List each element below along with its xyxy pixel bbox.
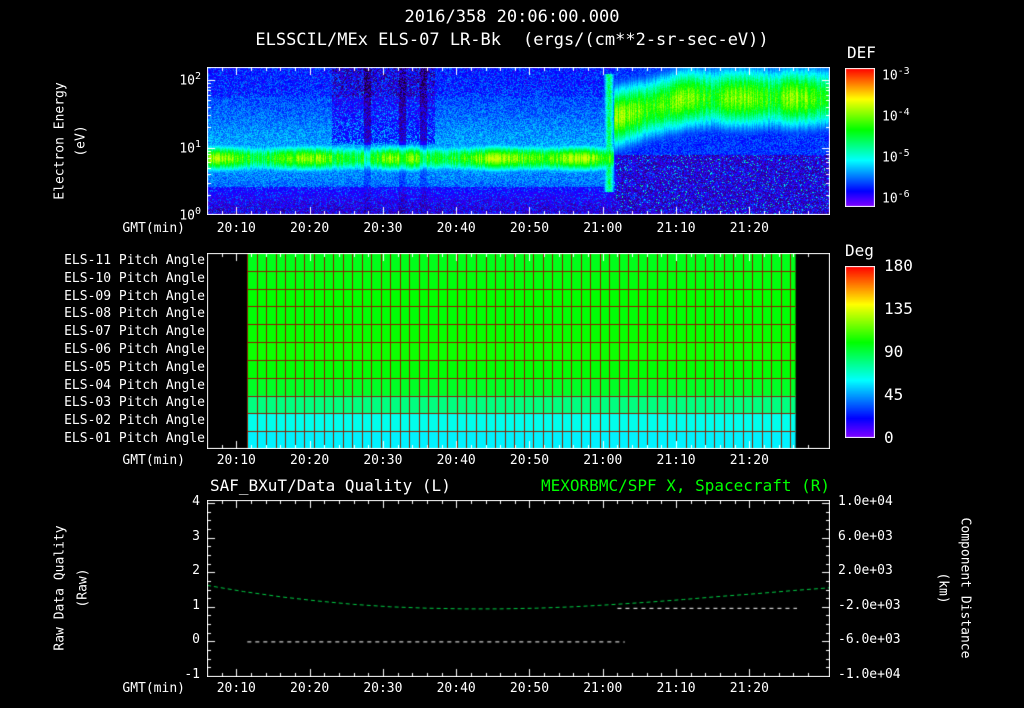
def-colorbar-tick-label: 10-6: [882, 189, 910, 207]
timeseries-right-ylabel-units: (km): [935, 572, 951, 604]
distance-y-tick-label: 2.0e+03: [838, 563, 893, 579]
x-tick-label: 20:50: [509, 221, 550, 236]
distance-y-tick-label: -6.0e+03: [838, 632, 901, 648]
x-tick-label: 20:10: [216, 453, 256, 468]
def-colorbar-tick-label: 10-5: [882, 148, 910, 166]
spectrogram-y-tick-label: 100: [179, 206, 201, 224]
x-tick-label: 20:40: [436, 221, 476, 236]
timeseries-left-ylabel: Raw Data Quality: [52, 525, 68, 651]
x-tick-label: 20:40: [436, 453, 476, 468]
x-tick-label: 21:10: [656, 681, 696, 696]
spectrogram-units: (ergs/(cm**2-sr-sec-eV)): [523, 30, 769, 50]
pitch-row-label: ELS-07 Pitch Angle: [64, 324, 205, 340]
timeseries-left-ylabel-units: (Raw): [75, 568, 91, 608]
gmt-axis-label: GMT(min): [122, 453, 185, 468]
pitch-row-label: ELS-04 Pitch Angle: [64, 377, 205, 393]
quality-y-tick-label: 2: [192, 563, 200, 579]
deg-colorbar-canvas: [845, 266, 875, 438]
pitch-row-label: ELS-08 Pitch Angle: [64, 306, 205, 322]
x-tick-label: 21:20: [729, 221, 769, 236]
pitch-row-label: ELS-02 Pitch Angle: [64, 413, 205, 429]
electron-energy-spectrogram-canvas: [207, 67, 830, 215]
quality-distance-plot-canvas: [207, 500, 830, 677]
timeseries-right-title: MEXORBMC/SPF X, Spacecraft (R): [541, 476, 830, 495]
x-tick-label: 20:30: [363, 453, 403, 468]
spectrogram-y-tick-label: 102: [179, 71, 201, 89]
quality-y-tick-label: 3: [192, 528, 200, 544]
deg-colorbar-tick-label: 180: [884, 256, 913, 275]
x-tick-label: 20:10: [216, 681, 256, 696]
pitch-row-label: ELS-05 Pitch Angle: [64, 359, 205, 375]
timeseries-left-title: SAF_BXuT/Data Quality (L): [210, 476, 451, 495]
distance-y-tick-label: 6.0e+03: [838, 528, 893, 544]
x-tick-label: 21:00: [583, 221, 623, 236]
x-tick-label: 21:10: [656, 221, 696, 236]
quality-y-tick-label: 0: [192, 632, 200, 648]
pitch-row-label: ELS-10 Pitch Angle: [64, 270, 205, 286]
x-tick-label: 20:20: [290, 681, 330, 696]
x-tick-label: 20:50: [509, 453, 550, 468]
x-tick-label: 20:20: [290, 221, 330, 236]
timeseries-right-ylabel: Component Distance: [957, 517, 973, 659]
deg-colorbar-tick-label: 0: [884, 428, 894, 447]
x-tick-label: 21:00: [583, 681, 623, 696]
gmt-axis-label: GMT(min): [122, 681, 185, 696]
x-tick-label: 20:30: [363, 221, 403, 236]
x-tick-label: 21:20: [729, 453, 769, 468]
x-tick-label: 21:10: [656, 453, 696, 468]
distance-y-tick-label: -1.0e+04: [838, 667, 901, 682]
x-tick-label: 20:50: [509, 681, 550, 696]
pitch-angle-panel-canvas: [207, 253, 830, 449]
deg-colorbar-label: Deg: [845, 241, 874, 260]
spectrogram-ylabel: Electron Energy: [52, 82, 68, 200]
deg-colorbar-tick-label: 45: [884, 385, 904, 404]
spectrogram-title: ELSSCIL/MEx ELS-07 LR-Bk: [255, 30, 501, 50]
els-quicklook-display: 2016/358 20:06:00.000 ELSSCIL/MEx ELS-07…: [0, 0, 1024, 708]
pitch-row-label: ELS-09 Pitch Angle: [64, 288, 205, 304]
def-colorbar-tick-label: 10-4: [882, 107, 910, 125]
pitch-row-label: ELS-11 Pitch Angle: [64, 252, 205, 268]
pitch-row-label: ELS-06 Pitch Angle: [64, 342, 205, 357]
pitch-row-label: ELS-03 Pitch Angle: [64, 395, 205, 411]
quality-y-tick-label: 4: [192, 494, 200, 509]
x-tick-label: 20:10: [216, 221, 256, 236]
distance-y-tick-label: -2.0e+03: [838, 597, 901, 613]
spectrogram-ylabel-units: (eV): [73, 125, 89, 157]
x-tick-label: 20:40: [436, 681, 476, 696]
x-tick-label: 21:00: [583, 453, 623, 468]
spectrogram-y-tick-label: 101: [179, 138, 201, 156]
page-title: 2016/358 20:06:00.000: [404, 7, 620, 27]
x-tick-label: 21:20: [729, 681, 769, 696]
pitch-row-label: ELS-01 Pitch Angle: [64, 431, 205, 447]
quality-y-tick-label: -1: [184, 667, 200, 682]
def-colorbar-canvas: [845, 68, 875, 207]
def-colorbar-label: DEF: [847, 43, 876, 62]
deg-colorbar-tick-label: 90: [884, 342, 904, 361]
def-colorbar-tick-label: 10-3: [882, 66, 910, 84]
x-tick-label: 20:20: [290, 453, 330, 468]
x-tick-label: 20:30: [363, 681, 403, 696]
distance-y-tick-label: 1.0e+04: [838, 494, 893, 509]
deg-colorbar-tick-label: 135: [884, 299, 913, 318]
quality-y-tick-label: 1: [192, 597, 200, 613]
